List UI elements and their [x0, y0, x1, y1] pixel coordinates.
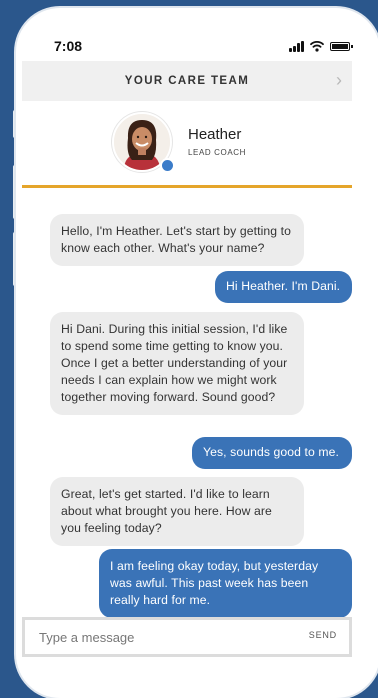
- online-status-dot: [160, 158, 175, 173]
- header-divider: [22, 185, 352, 188]
- status-bar: 7:08: [16, 38, 378, 58]
- care-team-title: YOUR CARE TEAM: [124, 75, 250, 87]
- coach-profile[interactable]: Heather LEAD COACH: [112, 112, 312, 184]
- message-bubble-incoming: Great, let's get started. I'd like to le…: [50, 477, 304, 546]
- message-bubble-outgoing: Hi Heather. I'm Dani.: [215, 271, 352, 303]
- message-bubble-incoming: Hi Dani. During this initial session, I'…: [50, 312, 304, 415]
- status-icons: [289, 40, 353, 52]
- message-input[interactable]: [39, 620, 279, 654]
- chevron-right-icon[interactable]: ›: [336, 70, 342, 91]
- coach-role: LEAD COACH: [188, 148, 247, 157]
- message-bubble-outgoing: I am feeling okay today, but yesterday w…: [99, 549, 352, 618]
- battery-icon: [330, 41, 353, 51]
- send-button[interactable]: SEND: [309, 630, 337, 640]
- care-team-header[interactable]: YOUR CARE TEAM ›: [22, 61, 352, 101]
- signal-icon: [289, 40, 304, 52]
- coach-name: Heather: [188, 126, 242, 143]
- status-time: 7:08: [54, 38, 83, 54]
- message-composer: SEND: [22, 617, 352, 657]
- message-bubble-incoming: Hello, I'm Heather. Let's start by getti…: [50, 214, 304, 266]
- wifi-icon: [310, 41, 324, 52]
- message-bubble-outgoing: Yes, sounds good to me.: [192, 437, 352, 469]
